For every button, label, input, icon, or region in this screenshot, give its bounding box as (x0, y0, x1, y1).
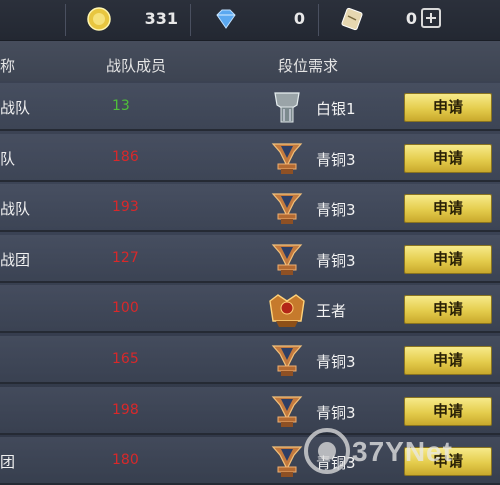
team-row[interactable]: 100 王者 申请 (0, 285, 500, 334)
ticket-icon (341, 7, 363, 31)
apply-button[interactable]: 申请 (404, 346, 492, 375)
team-row[interactable]: 165 青铜3 申请 (0, 336, 500, 384)
rank-requirement: 青铜3 (316, 403, 356, 422)
team-member-count: 127 (112, 249, 139, 266)
rank-requirement: 王者 (316, 302, 347, 321)
rank-requirement: 青铜3 (316, 201, 356, 220)
team-name: 队 (0, 149, 16, 168)
apply-button[interactable]: 申请 (404, 244, 492, 274)
apply-button[interactable]: 申请 (404, 295, 492, 325)
watermark-logo: 37YNet (302, 424, 492, 480)
team-name: 战队 (0, 200, 31, 219)
currency-bar: 331 0 0 (0, 0, 500, 41)
apply-button[interactable]: 申请 (404, 93, 492, 122)
apply-button[interactable]: 申请 (404, 143, 492, 173)
diamond-amount: 0 (293, 9, 305, 28)
add-currency-button[interactable] (421, 8, 441, 28)
rank-requirement: 青铜3 (316, 150, 356, 169)
team-row[interactable]: 战队 193 青铜3 申请 (0, 184, 500, 233)
divider (65, 4, 66, 36)
team-member-count: 13 (112, 98, 130, 114)
bronze-rank-icon (270, 140, 304, 176)
team-name: 战队 (0, 99, 31, 117)
watermark-text: 37YNet (352, 436, 453, 467)
header-members: 战队成员 (106, 57, 167, 75)
watermark-icon (304, 428, 350, 474)
team-member-count: 180 (112, 452, 139, 469)
apply-button[interactable]: 申请 (404, 396, 492, 426)
divider (190, 4, 191, 36)
team-name: 团 (0, 453, 16, 472)
ticket-amount: 0 (405, 9, 417, 28)
team-member-count: 193 (112, 199, 139, 216)
team-member-count: 165 (112, 351, 139, 367)
rank-requirement: 青铜3 (316, 251, 356, 270)
bronze-rank-icon (270, 190, 304, 226)
diamond-icon (216, 9, 236, 29)
gold-coin-icon (87, 7, 111, 31)
bronze-rank-icon (270, 393, 304, 429)
king-rank-icon (268, 291, 305, 328)
team-member-count: 186 (112, 148, 139, 165)
bronze-rank-icon (270, 443, 304, 479)
header-name: 称 (0, 57, 16, 75)
bronze-rank-icon (270, 241, 304, 277)
team-row[interactable]: 战团 127 青铜3 申请 (0, 234, 500, 283)
table-header: 称 战队成员 段位需求 (0, 41, 500, 81)
team-member-count: 100 (112, 300, 139, 317)
header-rank-requirement: 段位需求 (278, 57, 339, 75)
team-name: 战团 (0, 250, 31, 269)
rank-requirement: 青铜3 (316, 353, 356, 371)
team-row[interactable]: 战队 13 白银1 申请 (0, 83, 500, 131)
team-row[interactable]: 队 186 青铜3 申请 (0, 133, 500, 182)
bronze-rank-icon (270, 342, 304, 378)
divider (318, 4, 319, 36)
apply-button[interactable]: 申请 (404, 194, 492, 224)
team-member-count: 198 (112, 401, 139, 418)
silver-rank-icon (270, 89, 304, 125)
gold-amount: 331 (144, 9, 178, 28)
rank-requirement: 白银1 (316, 100, 356, 118)
